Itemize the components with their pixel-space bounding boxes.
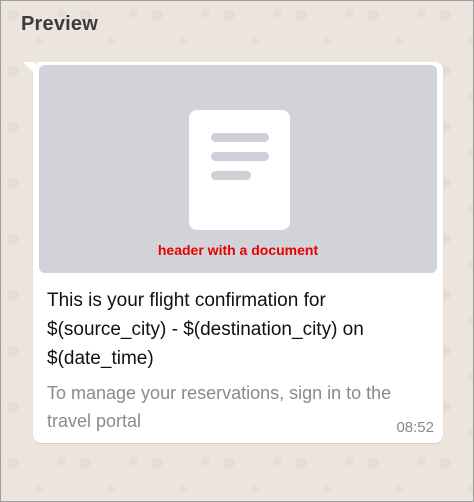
- document-header: header with a document: [39, 65, 437, 273]
- message-footer: To manage your reservations, sign in to …: [47, 383, 392, 431]
- preview-title: Preview: [21, 13, 99, 35]
- message-body: This is your flight confirmation for $(s…: [47, 290, 364, 369]
- document-icon: [189, 110, 290, 230]
- preview-panel: Preview header with a document This is y…: [0, 0, 474, 502]
- header-caption: header with a document: [157, 242, 319, 258]
- document-line: [211, 133, 269, 142]
- message-bubble: header with a document This is your flig…: [33, 62, 443, 443]
- document-line: [211, 171, 251, 180]
- message-timestamp: 08:52: [396, 419, 434, 436]
- document-line: [211, 152, 269, 161]
